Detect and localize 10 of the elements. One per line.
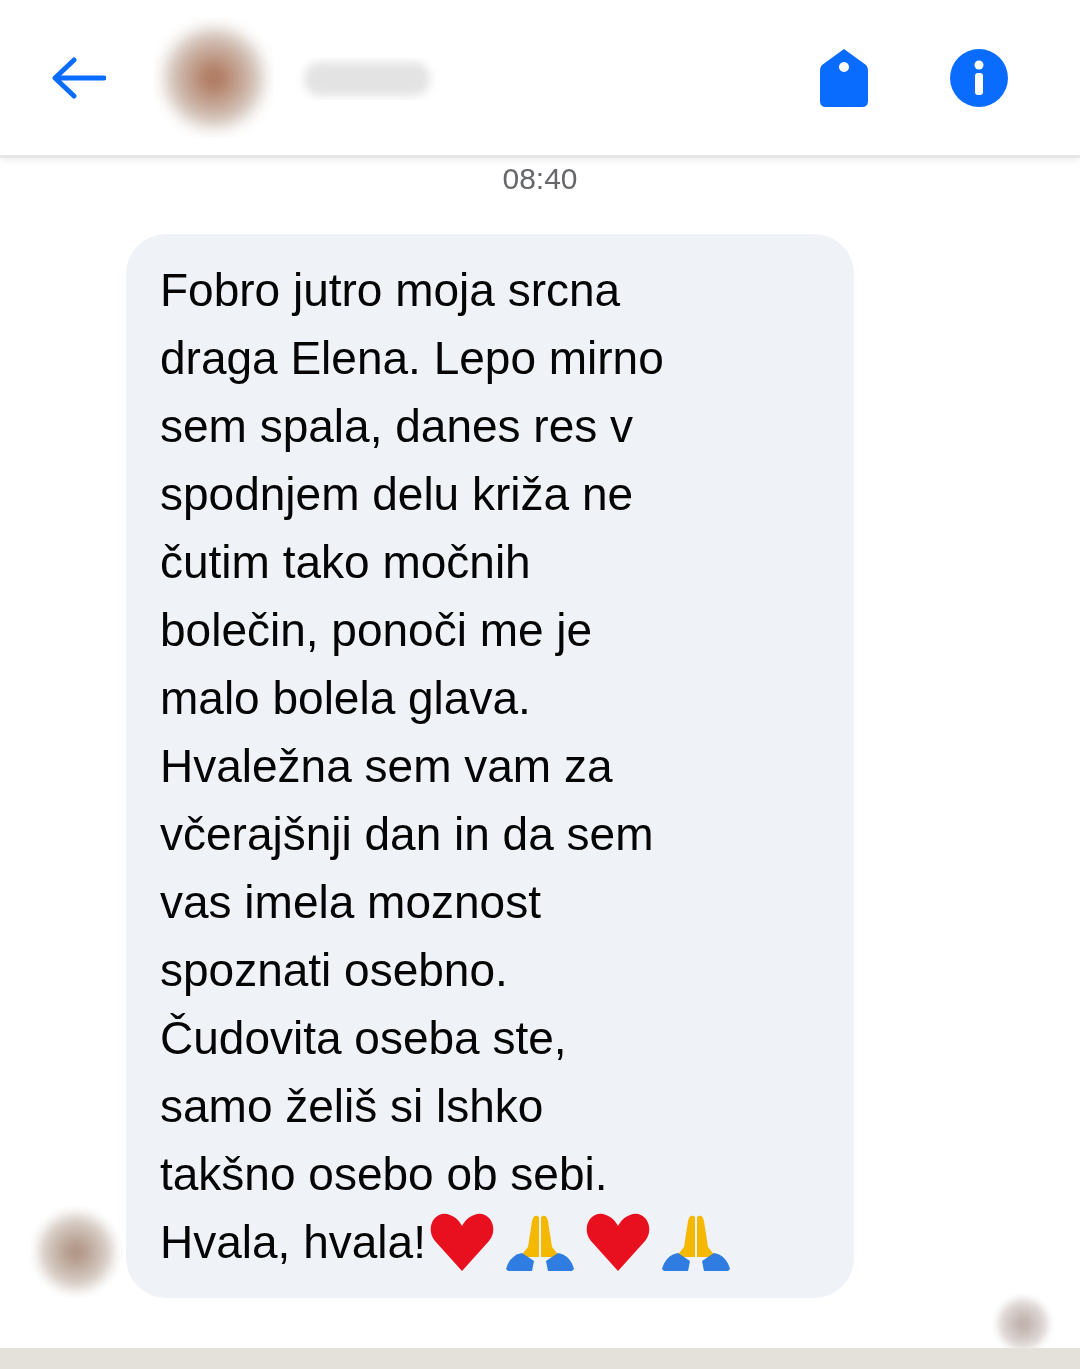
heart-icon	[429, 1213, 494, 1271]
praying-hands-icon	[505, 1213, 574, 1271]
message-text: Hvala, hvala!	[160, 1215, 426, 1270]
back-icon[interactable]	[50, 55, 106, 100]
heart-icon	[585, 1213, 650, 1271]
praying-hands-icon	[661, 1213, 730, 1271]
info-icon[interactable]	[950, 48, 1008, 107]
tag-icon[interactable]	[820, 48, 868, 107]
message-text: Fobro jutro moja srcna draga Elena. Lepo mirno sem spala, danes res v spodnjem delu križa ne čutim tako močnih bolečin, ponoči me je malo bolela glava. Hvaležna sem vam za včerajšnji dan in da sem vas imela moznost spoznati osebno. Čudovita oseba ste, samo želiš si lshko takšno osebo ob sebi.	[160, 263, 665, 1202]
message-timestamp: 08:40	[502, 162, 578, 196]
